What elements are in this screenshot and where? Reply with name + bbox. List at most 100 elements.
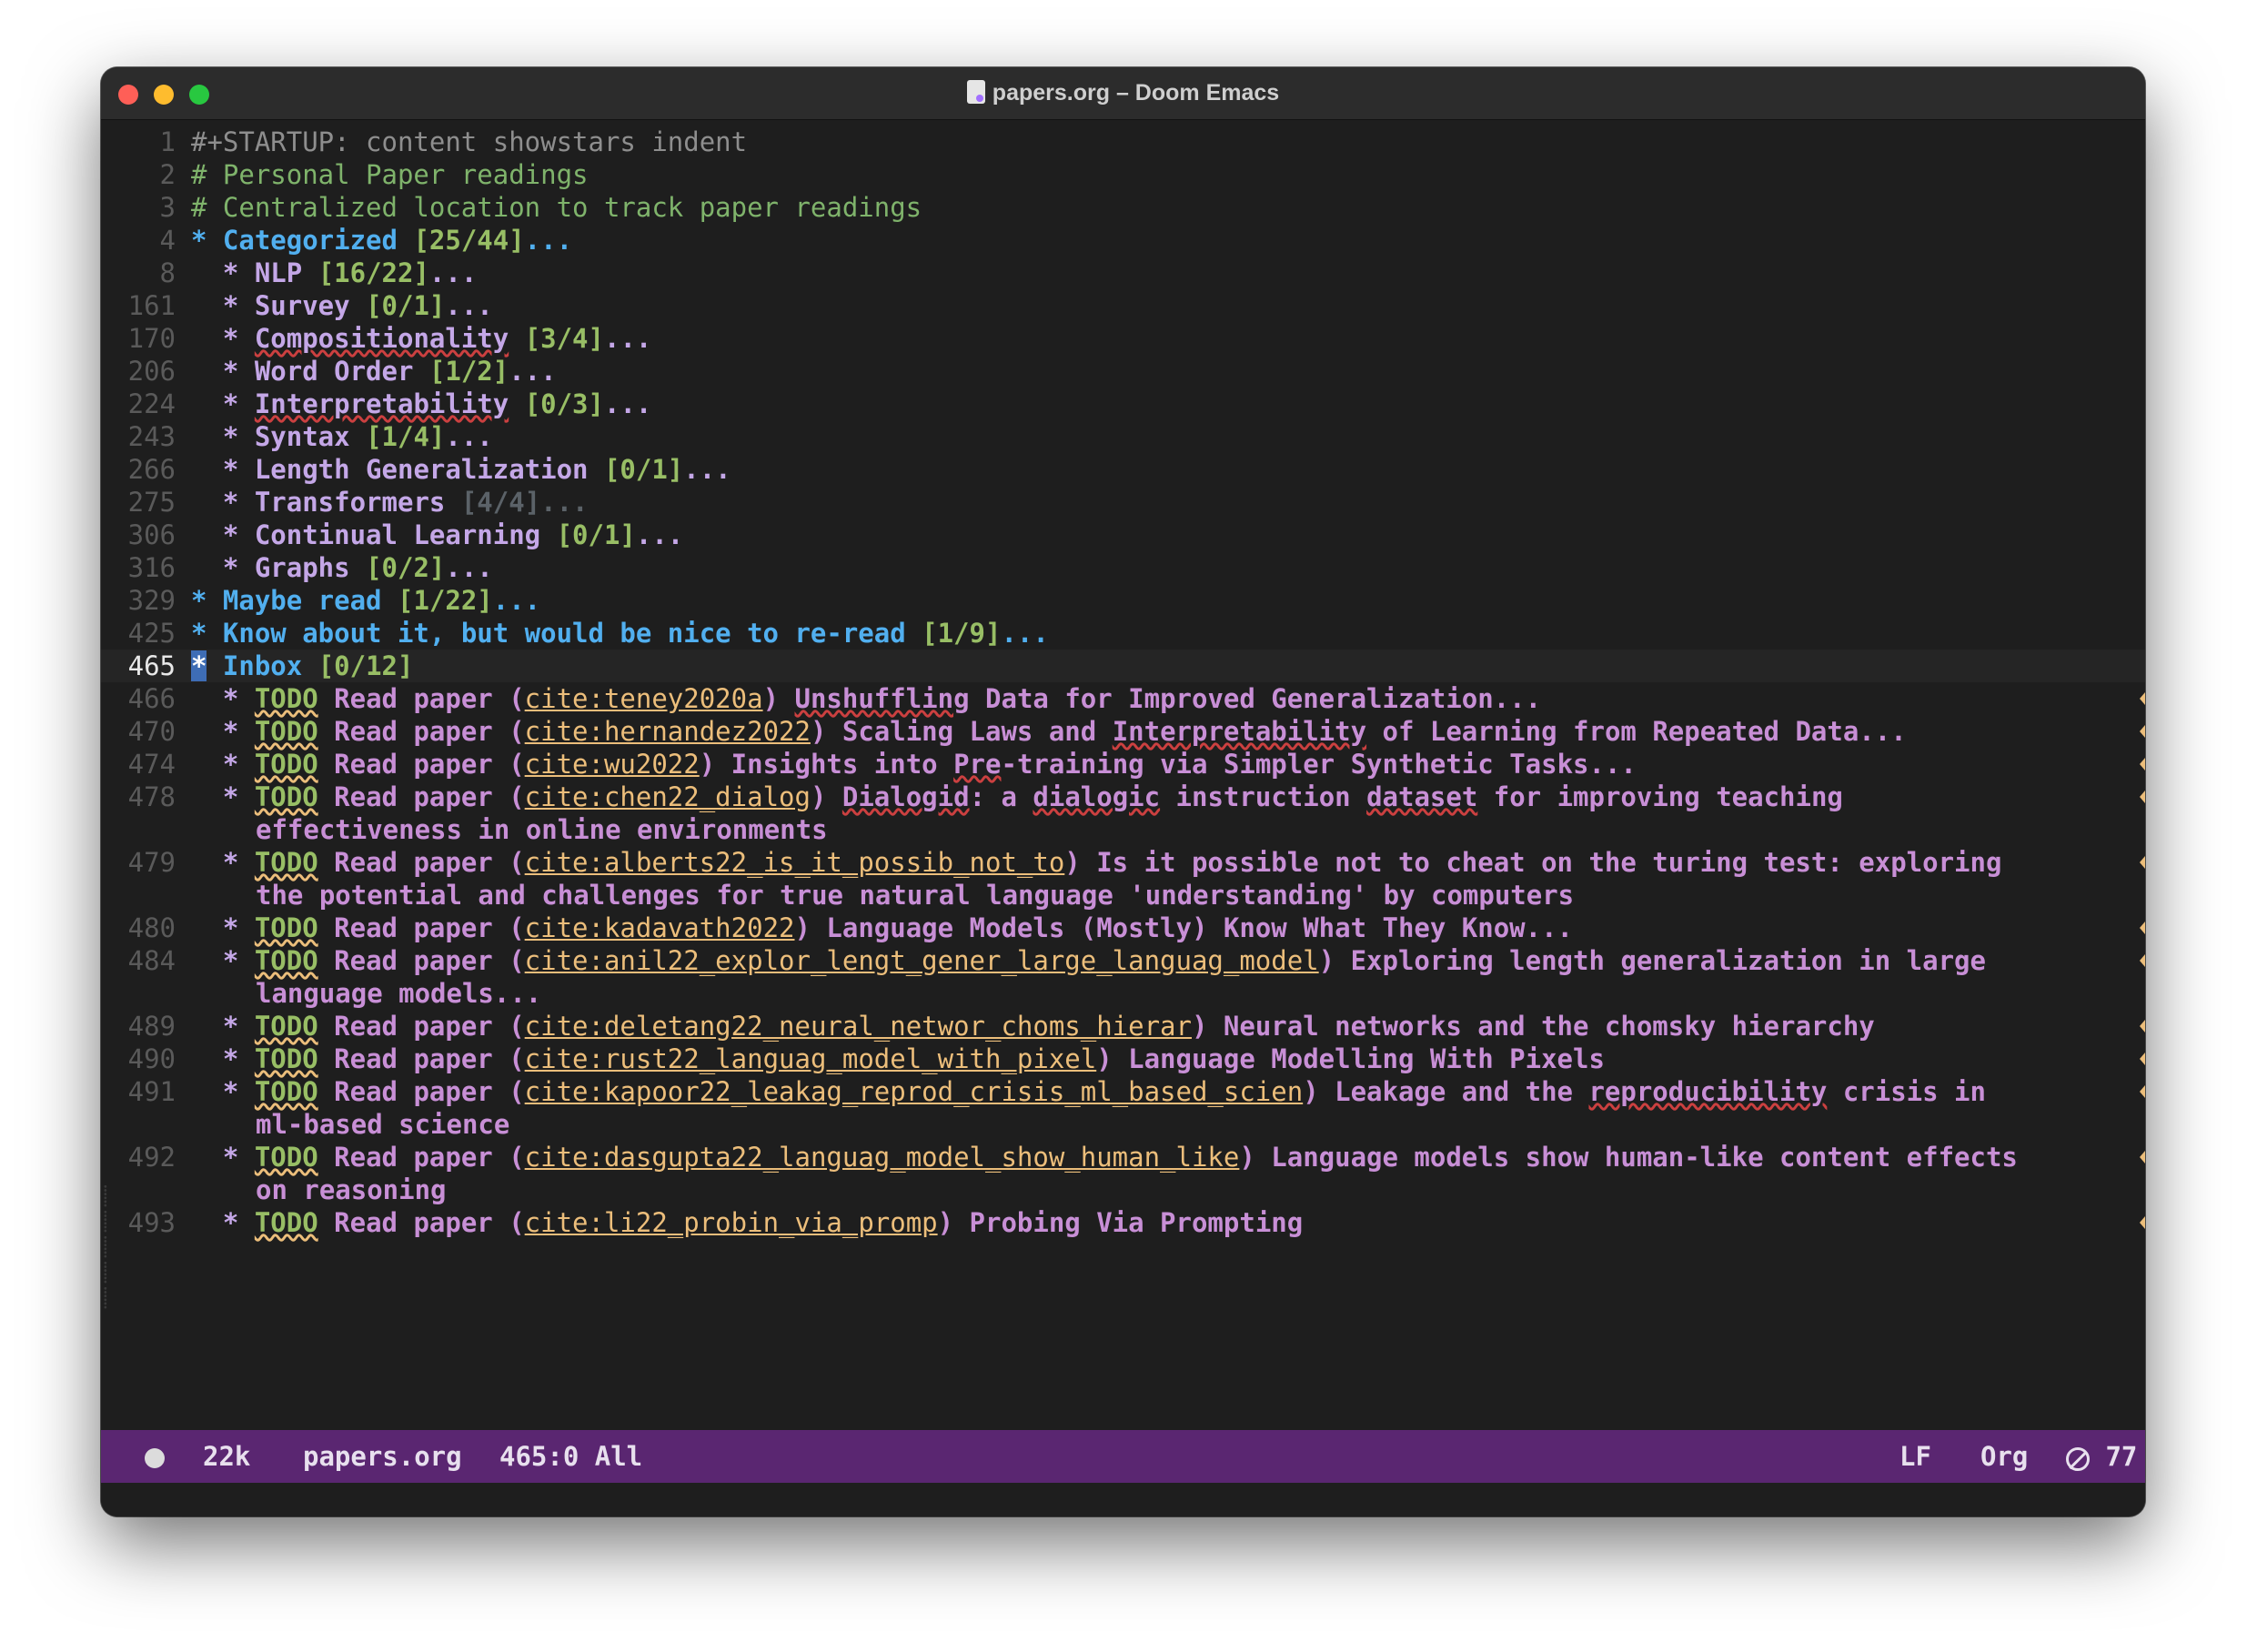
buffer-size: 22k [203,1441,251,1472]
heading-star: * [191,618,223,649]
citation-link[interactable]: cite:kapoor22_leakag_reprod_crisis_ml_ba… [525,1076,1304,1107]
wrapped-line[interactable]: on reasoning [101,1174,2145,1206]
progress-cookie: [0/2] [366,552,446,583]
heading-star: * [191,1043,255,1074]
wrapped-title-text: language models... [256,978,542,1009]
line-number: 206 [127,356,176,387]
citation-link[interactable]: cite:rust22_languag_model_with_pixel [525,1043,1097,1074]
heading-star: * [191,1142,255,1173]
text-segment: Read paper ( [317,1207,525,1238]
buffer-line[interactable]: 306 * Continual Learning [0/1]... [101,519,2145,551]
text-segment: ) Probing Via Prompting [937,1207,1304,1238]
citation-link[interactable]: cite:li22_probin_via_promp [525,1207,938,1238]
buffer-line[interactable]: 4 * Categorized [25/44]... [101,224,2145,257]
citation-link[interactable]: cite:chen22_dialog [525,781,811,812]
progress-cookie: [4/4]... [460,487,589,518]
buffer-line[interactable]: 329 * Maybe read [1/22]... [101,584,2145,617]
editor-buffer[interactable]: ⸽ ⸽ ⸽ ⸽ ⸽ 1 #+STARTUP: content showstars inde… [101,120,2145,1426]
citation-link[interactable]: cite:teney2020a [525,683,763,714]
fringe-arrow-icon [2140,692,2145,705]
heading-text: ... [492,585,541,616]
buffer-filename[interactable]: papers.org [303,1430,462,1483]
buffer-line[interactable]: 474 * TODO Read paper (cite:wu2022) Insi… [101,748,2145,781]
checker-status[interactable]: 77 [2066,1430,2137,1483]
heading-text: ... [445,290,493,321]
todo-keyword[interactable]: TODO [255,749,318,780]
todo-keyword[interactable]: TODO [255,912,318,943]
buffer-line[interactable]: 2 # Personal Paper readings [101,158,2145,191]
citation-link[interactable]: cite:deletang22_neural_networ_choms_hier… [525,1011,1192,1042]
buffer-line[interactable]: 161 * Survey [0/1]... [101,289,2145,322]
buffer-line[interactable]: 275 * Transformers [4/4]... [101,486,2145,519]
checker-count: 77 [2105,1441,2138,1472]
todo-keyword[interactable]: TODO [255,1142,318,1173]
citation-link[interactable]: cite:hernandez2022 [525,716,811,747]
todo-keyword[interactable]: TODO [255,716,318,747]
progress-cookie: [16/22] [317,257,429,288]
line-content: # Centralized location to track paper re… [191,191,922,224]
buffer-line[interactable]: 465 * Inbox [0/12] [101,650,2145,682]
citation-link[interactable]: cite:dasgupta22_languag_model_show_human… [525,1142,1240,1173]
buffer-line[interactable]: 479 * TODO Read paper (cite:alberts22_is… [101,846,2145,879]
buffer-line[interactable]: 466 * TODO Read paper (cite:teney2020a) … [101,682,2145,715]
heading-star: * [191,650,207,681]
fringe-arrow-icon [2140,1053,2145,1065]
buffer-line[interactable]: 480 * TODO Read paper (cite:kadavath2022… [101,912,2145,944]
todo-keyword[interactable]: TODO [255,1011,318,1042]
todo-keyword[interactable]: TODO [255,683,318,714]
wrapped-line[interactable]: effectiveness in online environments [101,813,2145,846]
fringe-arrow-icon [2140,1216,2145,1229]
buffer-state-icon [145,1448,165,1468]
line-ending[interactable]: LF [1899,1430,1931,1483]
line-number: 470 [127,716,176,747]
buffer-line[interactable]: 170 * Compositionality [3/4]... [101,322,2145,355]
heading-text: ... [428,257,478,288]
buffer-line[interactable]: 3 # Centralized location to track paper r… [101,191,2145,224]
buffer-line[interactable]: 266 * Length Generalization [0/1]... [101,453,2145,486]
line-number: 266 [127,454,176,485]
citation-link[interactable]: cite:alberts22_is_it_possib_not_to [525,847,1065,878]
todo-keyword[interactable]: TODO [255,847,318,878]
buffer-line[interactable]: 489 * TODO Read paper (cite:deletang22_n… [101,1010,2145,1043]
fringe-arrow-icon [2140,1085,2145,1098]
line-content: * TODO Read paper (cite:anil22_explor_le… [191,944,1986,977]
todo-keyword[interactable]: TODO [255,1076,318,1107]
todo-keyword[interactable]: TODO [255,781,318,812]
buffer-line[interactable]: 491 * TODO Read paper (cite:kapoor22_lea… [101,1075,2145,1108]
buffer-line[interactable]: 316 * Graphs [0/2]... [101,551,2145,584]
buffer-line[interactable]: 425 * Know about it, but would be nice to… [101,617,2145,650]
todo-keyword[interactable]: TODO [255,945,318,976]
line-number: 466 [127,683,176,714]
major-mode[interactable]: Org [1980,1430,2028,1483]
buffer-line[interactable]: 484 * TODO Read paper (cite:anil22_explo… [101,944,2145,977]
buffer-line[interactable]: 206 * Word Order [1/2]... [101,355,2145,388]
heading-text: ... [603,323,652,354]
text-segment: Data for Improved Generalization... [969,683,1542,714]
wrapped-line[interactable]: ml-based science [101,1108,2145,1141]
line-number: 243 [127,421,176,452]
buffer-line[interactable]: 1 #+STARTUP: content showstars indent [101,126,2145,158]
citation-link[interactable]: cite:wu2022 [525,749,700,780]
buffer-line[interactable]: 490 * TODO Read paper (cite:rust22_langu… [101,1043,2145,1075]
todo-keyword[interactable]: TODO [255,1043,318,1074]
buffer-line[interactable]: 478 * TODO Read paper (cite:chen22_dialo… [101,781,2145,813]
line-number: 275 [127,487,176,518]
todo-keyword[interactable]: TODO [255,1207,318,1238]
text-segment: ) Neural networks and the chomsky hierar… [1191,1011,1875,1042]
heading-star: * [191,323,255,354]
buffer-line[interactable]: 224 * Interpretability [0/3]... [101,388,2145,420]
line-number: 8 [159,257,176,288]
buffer-line[interactable]: 8 * NLP [16/22]... [101,257,2145,289]
heading-star: * [191,356,255,387]
buffer-line[interactable]: 470 * TODO Read paper (cite:hernandez202… [101,715,2145,748]
progress-cookie: [3/4] [524,323,604,354]
progress-cookie: [0/12] [317,650,414,681]
buffer-line[interactable]: 493 * TODO Read paper (cite:li22_probin_… [101,1206,2145,1239]
buffer-line[interactable]: 243 * Syntax [1/4]... [101,420,2145,453]
progress-cookie: [1/2] [428,356,509,387]
wrapped-line[interactable]: the potential and challenges for true na… [101,879,2145,912]
wrapped-line[interactable]: language models... [101,977,2145,1010]
citation-link[interactable]: cite:kadavath2022 [525,912,795,943]
buffer-line[interactable]: 492 * TODO Read paper (cite:dasgupta22_l… [101,1141,2145,1174]
citation-link[interactable]: cite:anil22_explor_lengt_gener_large_lan… [525,945,1319,976]
